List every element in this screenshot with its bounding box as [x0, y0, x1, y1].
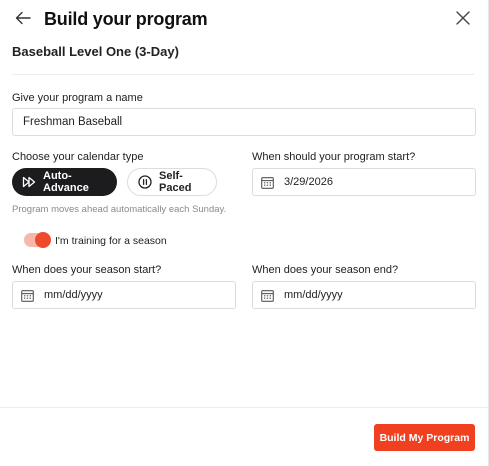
season-end-placeholder: mm/dd/yyyy: [284, 289, 343, 301]
program-subtitle: Baseball Level One (3-Day): [12, 44, 179, 59]
close-button[interactable]: [452, 9, 474, 31]
season-toggle[interactable]: [24, 232, 51, 248]
page-title: Build your program: [44, 9, 208, 29]
auto-advance-label: Auto-Advance: [43, 170, 89, 194]
pause-circle-icon: [138, 175, 152, 189]
self-paced-button[interactable]: Self-Paced: [127, 168, 217, 196]
calendar-type-hint: Program moves ahead automatically each S…: [12, 204, 227, 215]
season-start-placeholder: mm/dd/yyyy: [44, 289, 103, 301]
start-date-label: When should your program start?: [252, 151, 416, 163]
build-program-modal: Build your program Baseball Level One (3…: [0, 0, 489, 466]
season-start-field[interactable]: mm/dd/yyyy: [12, 281, 236, 309]
build-my-program-button[interactable]: Build My Program: [374, 424, 475, 451]
program-name-value: Freshman Baseball: [23, 116, 123, 128]
program-name-label: Give your program a name: [12, 92, 143, 104]
season-toggle-label: I'm training for a season: [55, 235, 167, 247]
arrow-left-icon: [15, 11, 31, 30]
season-end-field[interactable]: mm/dd/yyyy: [252, 281, 476, 309]
calendar-type-label: Choose your calendar type: [12, 151, 144, 163]
toggle-knob: [35, 232, 51, 248]
start-date-field[interactable]: 3/29/2026: [252, 168, 476, 196]
calendar-icon: [21, 289, 34, 302]
program-name-input[interactable]: Freshman Baseball: [12, 108, 476, 136]
start-date-value: 3/29/2026: [284, 176, 333, 188]
back-button[interactable]: [12, 9, 34, 31]
season-end-label: When does your season end?: [252, 264, 399, 276]
fast-forward-icon: [22, 175, 36, 189]
auto-advance-button[interactable]: Auto-Advance: [12, 168, 117, 196]
close-icon: [456, 10, 470, 30]
calendar-icon: [261, 289, 274, 302]
season-start-label: When does your season start?: [12, 264, 162, 276]
footer-divider: [0, 407, 488, 408]
header-divider: [12, 74, 474, 75]
self-paced-label: Self-Paced: [159, 170, 192, 194]
modal-header: Build your program: [0, 0, 488, 40]
calendar-icon: [261, 176, 274, 189]
